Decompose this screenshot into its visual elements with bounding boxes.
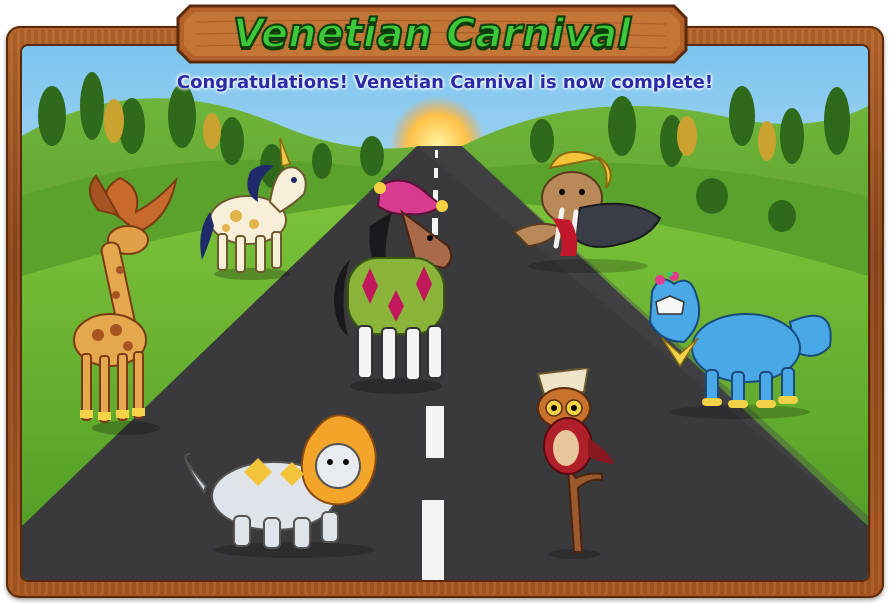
page-title: Venetian Carnival	[232, 10, 632, 58]
carnival-wolf-icon	[648, 272, 832, 419]
completion-message: Congratulations! Venetian Carnival is no…	[176, 72, 714, 93]
carnival-walrus-icon	[512, 150, 662, 273]
carnival-lion-icon	[184, 414, 377, 558]
carnival-giraffe-icon	[73, 174, 178, 435]
carnival-unicorn-icon	[200, 137, 307, 280]
carnival-owl-icon	[536, 368, 614, 559]
jester-horse-icon	[334, 179, 453, 394]
